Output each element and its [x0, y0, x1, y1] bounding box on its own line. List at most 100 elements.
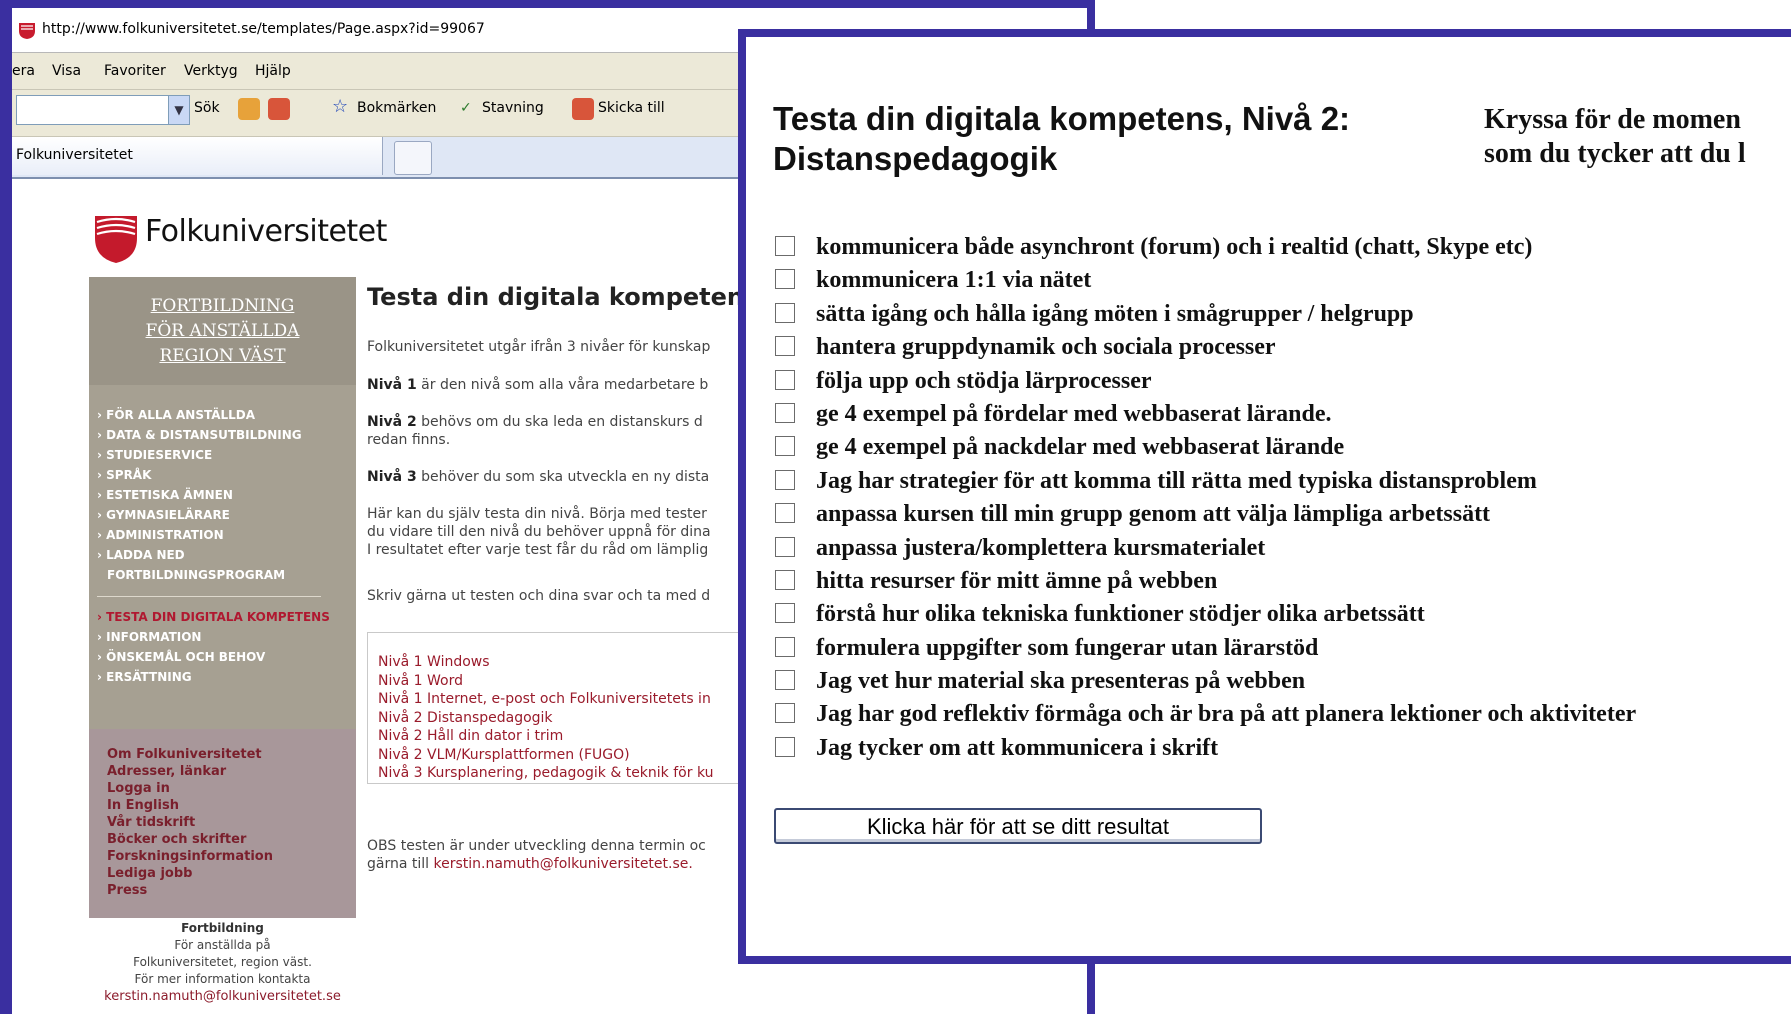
checkbox[interactable] — [775, 569, 795, 590]
checkbox[interactable] — [775, 736, 795, 757]
footer-line2: Folkuniversitetet, region väst. — [133, 955, 312, 969]
checkbox[interactable] — [775, 636, 795, 657]
sidebar-item-gymnasielarare[interactable]: › GYMNASIELÄRARE — [97, 505, 302, 525]
sidebar-nav: › FÖR ALLA ANSTÄLLDA › DATA & DISTANSUTB… — [97, 405, 302, 585]
footer-title: Fortbildning — [181, 921, 264, 935]
link-om-folkuniversitetet[interactable]: Om Folkuniversitetet — [89, 729, 356, 763]
sidebar-item-administration[interactable]: › ADMINISTRATION — [97, 525, 302, 545]
sidebar-lower-links: Om Folkuniversitetet Adresser, länkar Lo… — [89, 729, 356, 918]
spelling-button[interactable]: Stavning — [482, 100, 544, 116]
show-result-button[interactable]: Klicka här för att se ditt resultat — [774, 808, 1262, 844]
checkbox[interactable] — [775, 369, 795, 390]
site-favicon-icon — [19, 23, 35, 39]
checkbox-label[interactable]: anpassa justera/komplettera kursmaterial… — [816, 532, 1265, 564]
level3-text: Nivå 3 behöver du som ska utveckla en ny… — [367, 469, 710, 485]
sidebar-item-studieservice[interactable]: › STUDIESERVICE — [97, 445, 302, 465]
checkbox-label[interactable]: ge 4 exempel på fördelar med webbaserat … — [816, 398, 1331, 430]
link-lediga-jobb[interactable]: Lediga jobb — [89, 865, 356, 882]
sidebar-item-ladda-ned[interactable]: › LADDA NED — [97, 545, 302, 565]
checkbox-label[interactable]: hantera gruppdynamik och sociala process… — [816, 331, 1276, 363]
checkbox-label[interactable]: Jag har strategier för att komma till rä… — [816, 465, 1537, 497]
footer-line1: För anställda på — [174, 938, 271, 952]
sidebar-item-sprak[interactable]: › SPRÅK — [97, 465, 302, 485]
sidebar-heading[interactable]: FORTBILDNING FÖR ANSTÄLLDA REGION VÄST — [89, 277, 356, 385]
checkbox-label[interactable]: hitta resurser för mitt ämne på webben — [816, 565, 1217, 597]
checkbox[interactable] — [775, 436, 795, 457]
link-forskning[interactable]: Forskningsinformation — [89, 848, 356, 865]
sidebar-item-fortbildningsprogram[interactable]: FORTBILDNINGSPROGRAM — [97, 565, 302, 585]
footer-email-link[interactable]: kerstin.namuth@folkuniversitetet.se — [89, 988, 356, 1005]
checkbox-label[interactable]: Jag tycker om att kommunicera i skrift — [816, 732, 1218, 764]
chevron-down-icon[interactable]: ▼ — [168, 96, 189, 124]
sidebar-divider — [97, 596, 321, 597]
url-text[interactable]: http://www.folkuniversitetet.se/template… — [42, 21, 485, 37]
level2-text: Nivå 2 behövs om du ska leda en distansk… — [367, 414, 703, 430]
test-text-1: Här kan du själv testa din nivå. Börja m… — [367, 506, 707, 522]
test-text-2: du vidare till den nivå du behöver uppnå… — [367, 524, 711, 540]
sidebar-heading-line2[interactable]: FÖR ANSTÄLLDA — [89, 319, 356, 344]
sidebar-item-ersattning[interactable]: › ERSÄTTNING — [97, 667, 330, 687]
checkbox-label[interactable]: följa upp och stödja lärprocesser — [816, 365, 1152, 397]
sidebar-item-all-staff[interactable]: › FÖR ALLA ANSTÄLLDA — [97, 405, 302, 425]
link-tidskrift[interactable]: Vår tidskrift — [89, 814, 356, 831]
logo-shield-icon — [95, 216, 137, 263]
checkbox[interactable] — [775, 536, 795, 557]
checkbox-label[interactable]: Jag vet hur material ska presenteras på … — [816, 665, 1305, 697]
sidebar-heading-line1[interactable]: FORTBILDNING — [89, 277, 356, 319]
checkbox[interactable] — [775, 469, 795, 490]
link-logga-in[interactable]: Logga in — [89, 780, 356, 797]
checkbox-label[interactable]: formulera uppgifter som fungerar utan lä… — [816, 632, 1318, 664]
search-button[interactable]: Sök — [194, 100, 220, 116]
popup-blocker-icon[interactable] — [268, 98, 290, 120]
checkbox-label[interactable]: ge 4 exempel på nackdelar med webbaserat… — [816, 431, 1344, 463]
checkbox[interactable] — [775, 269, 795, 290]
sidebar-item-testa[interactable]: › TESTA DIN DIGITALA KOMPETENS — [97, 607, 330, 627]
link-press[interactable]: Press — [89, 882, 356, 899]
link-adresser[interactable]: Adresser, länkar — [89, 763, 356, 780]
checkbox-label[interactable]: kommunicera både asynchront (forum) och … — [816, 231, 1532, 263]
checkbox[interactable] — [775, 503, 795, 524]
menu-item-view[interactable]: Visa — [52, 63, 81, 79]
checkbox-label[interactable]: kommunicera 1:1 via nätet — [816, 264, 1091, 296]
link-in-english[interactable]: In English — [89, 797, 356, 814]
checkbox[interactable] — [775, 703, 795, 724]
tab-title: Folkuniversitetet — [16, 147, 133, 163]
page-title: Testa din digitala kompetens! — [367, 283, 770, 311]
sidebar-item-onskemal[interactable]: › ÖNSKEMÅL OCH BEHOV — [97, 647, 330, 667]
checkbox[interactable] — [775, 402, 795, 423]
checkbox-label[interactable]: sätta igång och hålla igång möten i småg… — [816, 298, 1414, 330]
checkbox[interactable] — [775, 603, 795, 624]
link-bocker[interactable]: Böcker och skrifter — [89, 831, 356, 848]
checkbox-label[interactable]: Jag har god reflektiv förmåga och är bra… — [816, 698, 1636, 730]
sidebar-item-data[interactable]: › DATA & DISTANSUTBILDNING — [97, 425, 302, 445]
sidebar-heading-line3[interactable]: REGION VÄST — [89, 344, 356, 369]
search-combo[interactable]: ▼ — [16, 95, 190, 125]
window-frame-left — [0, 0, 12, 1014]
spellcheck-icon: ✓ — [460, 100, 472, 116]
checkbox[interactable] — [775, 302, 795, 323]
checkbox-label[interactable]: anpassa kursen till min grupp genom att … — [816, 498, 1490, 530]
checkbox[interactable] — [775, 670, 795, 691]
sidebar-item-estetiska[interactable]: › ESTETISKA ÄMNEN — [97, 485, 302, 505]
sidebar-nav-2: › TESTA DIN DIGITALA KOMPETENS › INFORMA… — [97, 607, 330, 687]
checkbox-label[interactable]: förstå hur olika tekniska funktioner stö… — [816, 598, 1425, 630]
menu-item-help[interactable]: Hjälp — [255, 63, 291, 79]
menu-item-tools[interactable]: Verktyg — [184, 63, 238, 79]
tab-folkuniversitetet[interactable]: Folkuniversitetet — [12, 137, 383, 175]
send-to-button[interactable]: Skicka till — [598, 100, 665, 116]
sidebar-item-information[interactable]: › INFORMATION — [97, 627, 330, 647]
obs-email-link[interactable]: kerstin.namuth@folkuniversitetet.se. — [434, 856, 693, 872]
pagerank-icon[interactable] — [238, 98, 260, 120]
obs-text-2: gärna till kerstin.namuth@folkuniversite… — [367, 856, 693, 872]
checkbox[interactable] — [775, 336, 795, 357]
bookmarks-button[interactable]: Bokmärken — [357, 100, 436, 116]
menu-item-favorites[interactable]: Favoriter — [104, 63, 166, 79]
send-to-icon — [572, 98, 594, 120]
test-text-3: I resultatet efter varje test får du råd… — [367, 542, 709, 558]
new-tab-button[interactable] — [394, 141, 432, 175]
quiz-window: Testa din digitala kompetens, Nivå 2: Di… — [738, 29, 1791, 964]
checkbox[interactable] — [775, 236, 795, 256]
quiz-title: Testa din digitala kompetens, Nivå 2: Di… — [773, 100, 1351, 177]
menu-item-edit[interactable]: era — [12, 63, 35, 79]
print-text: Skriv gärna ut testen och dina svar och … — [367, 588, 711, 604]
